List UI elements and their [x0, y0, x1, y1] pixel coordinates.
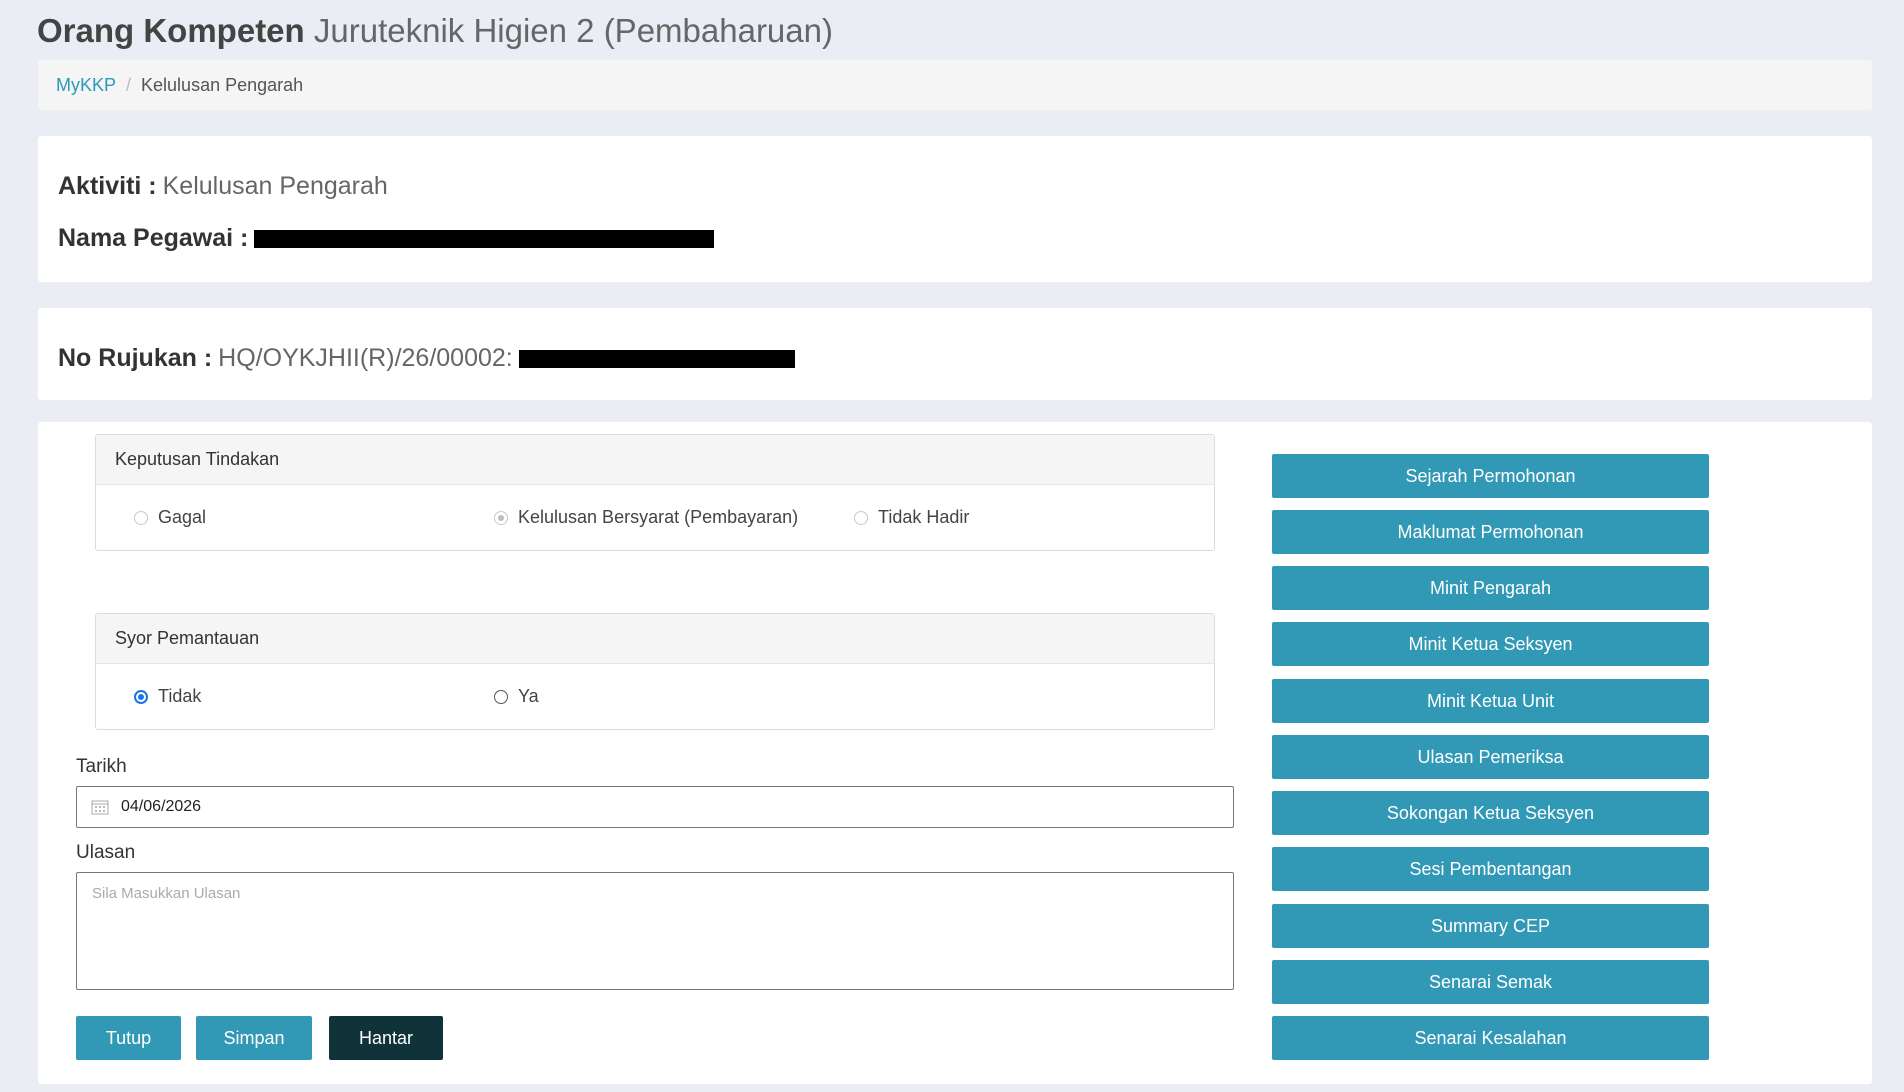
radio-kelulusan-bersyarat[interactable]: Kelulusan Bersyarat (Pembayaran): [494, 507, 798, 528]
radio-gagal[interactable]: Gagal: [134, 507, 206, 528]
radio-gagal-label: Gagal: [158, 507, 207, 527]
keputusan-title: Keputusan Tindakan: [96, 435, 1214, 485]
hantar-button[interactable]: Hantar: [329, 1016, 443, 1060]
radio-tidak-label: Tidak: [158, 686, 202, 706]
keputusan-options: Gagal Kelulusan Bersyarat (Pembayaran) T…: [96, 485, 1214, 550]
minit-ketua-unit-button[interactable]: Minit Ketua Unit: [1272, 679, 1709, 723]
tarikh-input[interactable]: 04/06/2026: [76, 786, 1234, 828]
page-title-main: Orang Kompeten: [37, 12, 305, 49]
radio-ya-label: Ya: [518, 686, 539, 706]
ulasan-label: Ulasan: [76, 842, 136, 863]
rujukan-line: No Rujukan : HQ/OYKJHII(R)/26/00002:: [58, 344, 795, 373]
aktiviti-value: Kelulusan Pengarah: [162, 172, 388, 200]
summary-cep-button[interactable]: Summary CEP: [1272, 904, 1709, 948]
maklumat-permohonan-button[interactable]: Maklumat Permohonan: [1272, 510, 1709, 554]
radio-tidak[interactable]: Tidak: [134, 686, 201, 707]
rujukan-label: No Rujukan :: [58, 344, 213, 372]
radio-ya-circle[interactable]: [494, 689, 508, 704]
radio-kelulusan-bersyarat-label: Kelulusan Bersyarat (Pembayaran): [518, 507, 799, 527]
tarikh-value: 04/06/2026: [121, 798, 202, 815]
page-title: Orang Kompeten Juruteknik Higien 2 (Pemb…: [37, 10, 833, 52]
page-title-sub: Juruteknik Higien 2 (Pembaharuan): [313, 12, 833, 49]
rujukan-value: HQ/OYKJHII(R)/26/00002:: [218, 344, 513, 372]
reference-card: No Rujukan : HQ/OYKJHII(R)/26/00002:: [38, 308, 1872, 400]
radio-kelulusan-bersyarat-circle[interactable]: [494, 510, 508, 525]
aktiviti-label: Aktiviti :: [58, 172, 157, 200]
minit-pengarah-button[interactable]: Minit Pengarah: [1272, 566, 1709, 610]
nama-pegawai-redacted: [254, 229, 715, 248]
syor-options: Tidak Ya: [96, 664, 1214, 729]
syor-title: Syor Pemantauan: [96, 614, 1214, 664]
simpan-button[interactable]: Simpan: [196, 1016, 312, 1060]
aktiviti-line: Aktiviti : Kelulusan Pengarah: [58, 172, 388, 201]
radio-tidak-circle[interactable]: [134, 689, 148, 704]
sokongan-ketua-seksyen-button[interactable]: Sokongan Ketua Seksyen: [1272, 791, 1709, 835]
senarai-semak-button[interactable]: Senarai Semak: [1272, 960, 1709, 1004]
radio-tidak-hadir-circle[interactable]: [854, 510, 868, 525]
calendar-icon: [91, 799, 109, 815]
breadcrumb-separator: /: [126, 74, 132, 95]
keputusan-panel: Keputusan Tindakan Gagal Kelulusan Bersy…: [95, 434, 1215, 551]
decision-card: Keputusan Tindakan Gagal Kelulusan Bersy…: [38, 422, 1872, 1084]
ulasan-pemeriksa-button[interactable]: Ulasan Pemeriksa: [1272, 735, 1709, 779]
sesi-pembentangan-button[interactable]: Sesi Pembentangan: [1272, 847, 1709, 891]
tutup-button[interactable]: Tutup: [76, 1016, 181, 1060]
activity-card: Aktiviti : Kelulusan Pengarah Nama Pegaw…: [38, 136, 1872, 282]
radio-gagal-circle[interactable]: [134, 510, 148, 525]
breadcrumb-home-link[interactable]: MyKKP: [56, 75, 116, 96]
ulasan-textarea[interactable]: [76, 872, 1234, 990]
senarai-kesalahan-button[interactable]: Senarai Kesalahan: [1272, 1016, 1709, 1060]
nama-pegawai-label: Nama Pegawai :: [58, 224, 249, 252]
breadcrumb: MyKKP / Kelulusan Pengarah: [38, 60, 1872, 110]
radio-tidak-hadir-label: Tidak Hadir: [878, 507, 970, 527]
sejarah-permohonan-button[interactable]: Sejarah Permohonan: [1272, 454, 1709, 498]
minit-ketua-seksyen-button[interactable]: Minit Ketua Seksyen: [1272, 622, 1709, 666]
radio-tidak-hadir[interactable]: Tidak Hadir: [854, 507, 969, 528]
tarikh-label: Tarikh: [76, 756, 127, 777]
breadcrumb-current: Kelulusan Pengarah: [141, 74, 304, 95]
nama-pegawai-line: Nama Pegawai :: [58, 224, 715, 253]
radio-ya[interactable]: Ya: [494, 686, 539, 707]
rujukan-redacted: [518, 349, 795, 368]
syor-panel: Syor Pemantauan Tidak Ya: [95, 613, 1215, 730]
